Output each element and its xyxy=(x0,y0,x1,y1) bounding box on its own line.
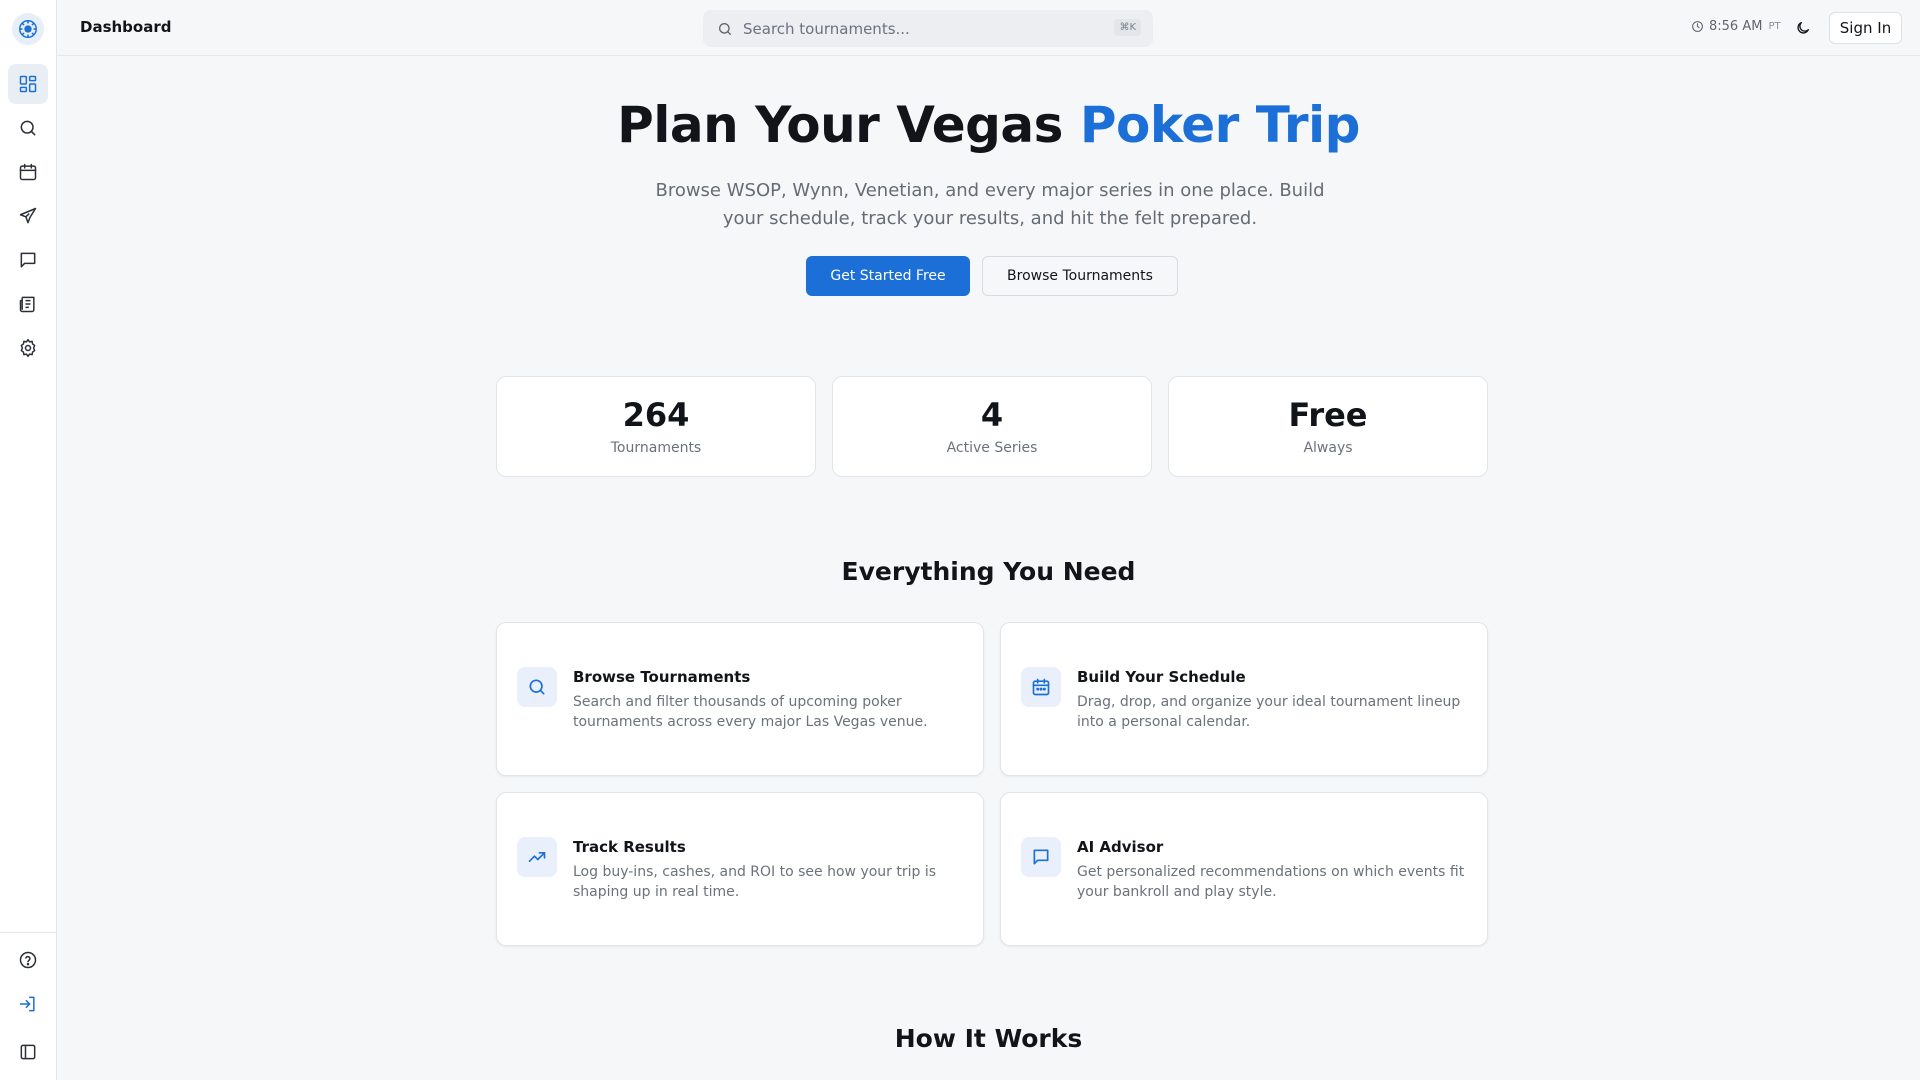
features-heading: Everything You Need xyxy=(841,557,1136,586)
top-bar: Dashboard ⌘K 8:56 AM PT Sign In xyxy=(57,0,1920,56)
feature-icon-container xyxy=(517,837,557,877)
feature-description: Drag, drop, and organize your ideal tour… xyxy=(1077,694,1461,730)
moon-icon xyxy=(1797,22,1809,34)
sidebar-item-help[interactable] xyxy=(8,940,48,980)
hero-subtitle: Browse WSOP, Wynn, Venetian, and every m… xyxy=(655,180,1325,229)
sidebar-item-chat[interactable] xyxy=(8,240,48,280)
sidebar-item-dashboard[interactable] xyxy=(8,64,48,104)
search-shortcut-badge: ⌘K xyxy=(1114,19,1141,36)
globe-logo-icon xyxy=(19,20,37,38)
clock-time: 8:56 AM xyxy=(1709,19,1763,34)
feature-card-browse[interactable]: Browse Tournaments Search and filter tho… xyxy=(496,622,984,776)
chat-icon xyxy=(1033,849,1049,865)
feature-card-ai-advisor[interactable]: AI Advisor Get personalized recommendati… xyxy=(1000,792,1488,946)
plane-icon xyxy=(19,207,37,224)
newspaper-icon xyxy=(19,296,35,313)
stat-label: Active Series xyxy=(946,440,1038,456)
sidebar xyxy=(0,0,57,1080)
search-icon xyxy=(20,120,36,136)
feature-title: Build Your Schedule xyxy=(1077,668,1246,686)
stat-card-tournaments: 264 Tournaments xyxy=(496,376,816,477)
login-icon xyxy=(19,996,35,1012)
page-title: Dashboard xyxy=(80,18,172,36)
stat-card-price: Free Always xyxy=(1168,376,1488,477)
calendar-icon xyxy=(1032,678,1050,696)
browse-tournaments-button[interactable]: Browse Tournaments xyxy=(982,256,1178,296)
feature-description: Search and filter thousands of upcoming … xyxy=(573,694,928,730)
stat-card-active-series: 4 Active Series xyxy=(832,376,1152,477)
chat-icon xyxy=(20,252,36,268)
get-started-button[interactable]: Get Started Free xyxy=(806,256,970,296)
gear-icon xyxy=(20,338,36,358)
search-box[interactable]: ⌘K xyxy=(703,10,1153,47)
hero-title: Plan Your Vegas Poker Trip xyxy=(57,96,1920,154)
search-icon xyxy=(719,22,731,35)
clock: 8:56 AM PT xyxy=(1691,19,1781,34)
theme-toggle-button[interactable] xyxy=(1791,16,1815,40)
sidebar-item-news[interactable] xyxy=(8,284,48,324)
feature-icon-container xyxy=(1021,837,1061,877)
sidebar-item-settings[interactable] xyxy=(8,328,48,368)
stat-value: 264 xyxy=(622,396,690,434)
trending-up-icon xyxy=(528,852,546,862)
feature-description: Get personalized recommendations on whic… xyxy=(1077,864,1465,900)
feature-card-schedule[interactable]: Build Your Schedule Drag, drop, and orga… xyxy=(1000,622,1488,776)
sign-in-button[interactable]: Sign In xyxy=(1829,12,1902,44)
stat-label: Tournaments xyxy=(610,440,702,456)
hero-title-accent: Poker Trip xyxy=(1079,96,1361,154)
search-input[interactable] xyxy=(743,19,1103,38)
feature-title: Track Results xyxy=(573,838,686,856)
sidebar-item-search[interactable] xyxy=(8,108,48,148)
stat-label: Always xyxy=(1303,440,1353,456)
grid-icon xyxy=(19,75,37,93)
feature-card-track-results[interactable]: Track Results Log buy-ins, cashes, and R… xyxy=(496,792,984,946)
sidebar-item-trips[interactable] xyxy=(8,196,48,236)
clock-icon xyxy=(1692,21,1703,32)
help-icon xyxy=(19,951,37,969)
stat-value: Free xyxy=(1288,396,1368,434)
clock-timezone: PT xyxy=(1768,21,1781,32)
how-it-works-heading: How It Works xyxy=(894,1024,1083,1053)
search-icon xyxy=(529,679,545,695)
calendar-icon xyxy=(19,163,37,181)
sidebar-item-login[interactable] xyxy=(8,984,48,1024)
feature-title: Browse Tournaments xyxy=(573,668,751,686)
app-logo[interactable] xyxy=(12,13,44,45)
sidebar-toggle-icon xyxy=(20,1044,36,1060)
stat-value: 4 xyxy=(980,396,1004,434)
sidebar-collapse-toggle[interactable] xyxy=(8,1032,48,1072)
feature-title: AI Advisor xyxy=(1077,838,1164,856)
sidebar-divider xyxy=(0,932,57,933)
sidebar-item-calendar[interactable] xyxy=(8,152,48,192)
feature-icon-container xyxy=(517,667,557,707)
feature-icon-container xyxy=(1021,667,1061,707)
hero-title-main: Plan Your Vegas xyxy=(617,96,1063,154)
feature-description: Log buy-ins, cashes, and ROI to see how … xyxy=(573,864,937,900)
